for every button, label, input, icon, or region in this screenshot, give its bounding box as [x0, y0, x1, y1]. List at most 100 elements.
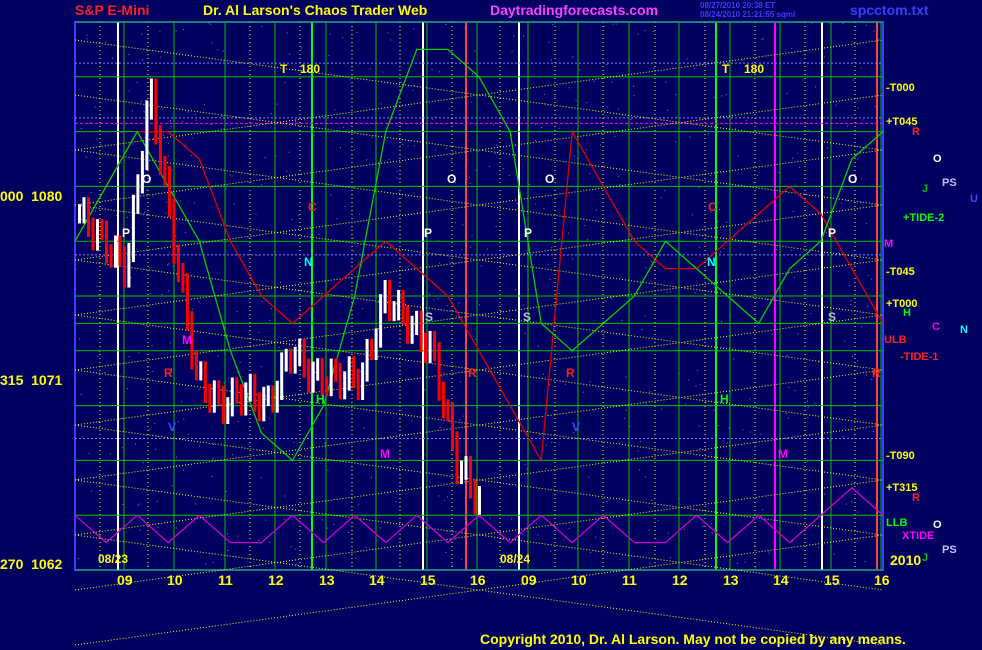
star-dot — [183, 29, 185, 30]
star-dot — [825, 232, 827, 234]
star-dot — [675, 94, 677, 96]
star-dot — [95, 210, 96, 212]
star-dot — [85, 156, 87, 158]
star-dot — [607, 106, 609, 108]
chart-marker: M — [380, 447, 390, 461]
star-dot — [640, 441, 642, 443]
star-dot — [667, 109, 669, 111]
star-dot — [261, 26, 263, 27]
star-dot — [98, 294, 100, 296]
star-dot — [615, 23, 617, 25]
star-dot — [360, 370, 362, 372]
star-dot — [475, 338, 477, 340]
star-dot — [132, 110, 133, 112]
star-dot — [480, 265, 482, 267]
star-dot — [452, 564, 454, 566]
star-dot — [541, 126, 543, 128]
star-dot — [90, 208, 92, 210]
star-dot — [324, 442, 326, 444]
star-dot — [522, 304, 524, 306]
right-label: PS — [942, 177, 957, 189]
star-dot — [271, 113, 272, 115]
price-bar — [361, 362, 365, 400]
star-dot — [537, 345, 539, 347]
star-dot — [97, 355, 99, 357]
price-bar — [154, 78, 158, 145]
price-bar — [271, 385, 275, 413]
star-dot — [495, 226, 497, 227]
star-dot — [109, 453, 111, 455]
star-dot — [842, 188, 843, 190]
x-tick-label: 12 — [672, 572, 688, 588]
star-dot — [147, 215, 149, 217]
chart-marker: S — [828, 310, 837, 324]
star-dot — [469, 177, 471, 178]
price-bar — [325, 376, 329, 397]
price-bar — [365, 338, 369, 382]
star-dot — [168, 263, 170, 265]
star-dot — [584, 225, 586, 227]
star-dot — [857, 511, 859, 513]
chart-marker: T — [280, 62, 288, 76]
price-bar — [131, 194, 135, 263]
star-dot — [734, 128, 736, 130]
star-dot — [469, 182, 471, 184]
star-dot — [366, 159, 368, 161]
right-label: U — [970, 193, 978, 205]
star-dot — [852, 79, 854, 81]
star-dot — [122, 447, 123, 449]
star-dot — [268, 417, 270, 419]
star-dot — [698, 425, 700, 427]
star-dot — [156, 500, 158, 502]
star-dot — [762, 37, 764, 39]
star-dot — [176, 456, 178, 458]
star-dot — [501, 310, 502, 312]
star-dot — [96, 286, 98, 288]
star-dot — [489, 517, 491, 519]
star-dot — [380, 103, 382, 105]
star-dot — [104, 372, 106, 374]
star-dot — [694, 292, 696, 294]
star-dot — [443, 325, 445, 327]
star-dot — [99, 535, 101, 537]
star-dot — [786, 412, 788, 414]
star-dot — [353, 250, 355, 252]
price-bar — [239, 384, 243, 416]
price-bar — [262, 386, 266, 422]
price-bar — [78, 204, 81, 224]
star-dot — [549, 279, 551, 281]
star-dot — [586, 149, 587, 151]
star-dot — [359, 213, 361, 215]
price-bar — [316, 358, 320, 381]
star-dot — [343, 126, 345, 128]
star-dot — [575, 100, 577, 102]
star-dot — [556, 100, 558, 102]
star-dot — [460, 381, 462, 383]
star-dot — [208, 22, 209, 24]
star-dot — [548, 263, 550, 265]
star-dot — [664, 190, 666, 192]
star-dot — [279, 281, 281, 283]
star-dot — [414, 269, 416, 271]
star-dot — [90, 191, 92, 193]
star-dot — [429, 481, 431, 483]
y-label-1071: 315 1071 — [0, 372, 63, 388]
star-dot — [412, 89, 414, 91]
star-dot — [327, 469, 329, 471]
star-dot — [509, 477, 510, 479]
star-dot — [212, 458, 214, 460]
star-dot — [874, 106, 876, 108]
star-dot — [611, 81, 613, 83]
star-dot — [100, 144, 102, 146]
star-dot — [866, 24, 867, 26]
star-dot — [295, 463, 297, 465]
star-dot — [157, 526, 159, 528]
star-dot — [120, 162, 122, 164]
star-dot — [91, 490, 92, 492]
star-dot — [811, 22, 813, 24]
star-dot — [190, 155, 192, 157]
star-dot — [726, 442, 728, 444]
star-dot — [431, 69, 433, 71]
star-dot — [170, 126, 172, 128]
star-dot — [548, 41, 550, 43]
